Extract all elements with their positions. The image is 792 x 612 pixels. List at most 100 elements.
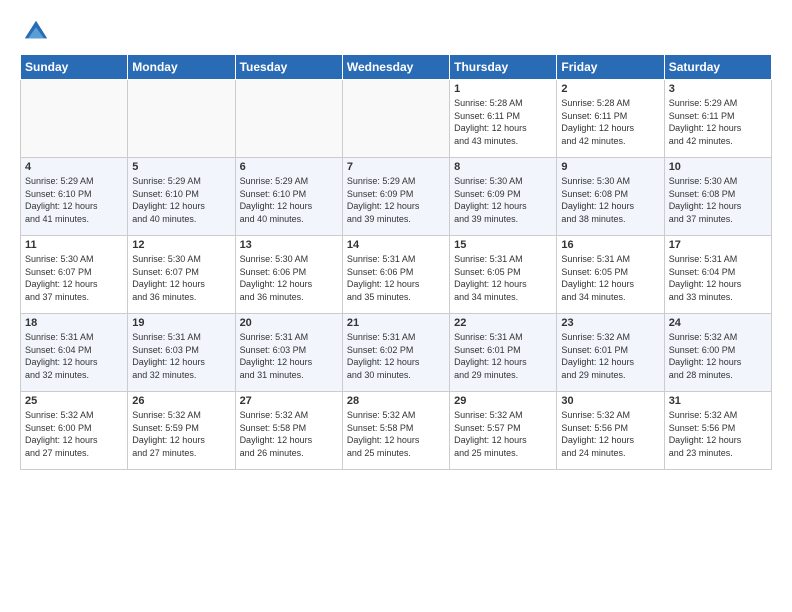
day-cell: 26Sunrise: 5:32 AM Sunset: 5:59 PM Dayli… [128,392,235,470]
day-cell: 19 Sunrise: 5:31 AM Sunset: 6:03 PM Dayli… [128,314,235,392]
day-number: 15 [454,239,552,251]
day-number: 20 [240,317,338,329]
day-cell: 9 Sunrise: 5:30 AM Sunset: 6:08 PM Daylig… [557,158,664,236]
day-cell: 21Sunrise: 5:31 AM Sunset: 6:02 PM Dayli… [342,314,449,392]
weekday-header-saturday: Saturday [664,55,771,80]
day-cell-text: Sunrise: 5:31 AM Sunset: 6:04 PM Dayligh… [669,253,767,303]
day-cell-text: Sunrise: 5:28 AM Sunset: 6:11 PM Dayligh… [454,97,552,147]
day-cell-text: Sunrise: 5:32 AM Sunset: 5:57 PM Dayligh… [454,409,552,459]
day-cell-text: Sunrise: 5:28 AM Sunset: 6:11 PM Dayligh… [561,97,659,147]
day-number: 18 [25,317,123,329]
day-number: 16 [561,239,659,251]
day-cell: 15 Sunrise: 5:31 AM Sunset: 6:05 PM Dayli… [450,236,557,314]
weekday-header-monday: Monday [128,55,235,80]
day-number: 28 [347,395,445,407]
day-cell: 16 Sunrise: 5:31 AM Sunset: 6:05 PM Dayli… [557,236,664,314]
day-cell [342,80,449,158]
day-number: 4 [25,161,123,173]
week-row-4: 25Sunrise: 5:32 AM Sunset: 6:00 PM Dayli… [21,392,772,470]
day-number: 8 [454,161,552,173]
day-number: 1 [454,83,552,95]
week-row-0: 1 Sunrise: 5:28 AM Sunset: 6:11 PM Daylig… [21,80,772,158]
day-number: 17 [669,239,767,251]
weekday-header-friday: Friday [557,55,664,80]
day-number: 26 [132,395,230,407]
day-cell: 3 Sunrise: 5:29 AM Sunset: 6:11 PM Daylig… [664,80,771,158]
day-cell: 28 Sunrise: 5:32 AM Sunset: 5:58 PM Dayli… [342,392,449,470]
weekday-header-thursday: Thursday [450,55,557,80]
header-area [20,16,772,48]
day-cell: 22 Sunrise: 5:31 AM Sunset: 6:01 PM Dayli… [450,314,557,392]
day-cell-text: Sunrise: 5:30 AM Sunset: 6:08 PM Dayligh… [561,175,659,225]
day-cell-text: Sunrise: 5:32 AM Sunset: 6:01 PM Dayligh… [561,331,659,381]
day-number: 14 [347,239,445,251]
day-cell-text: Sunrise: 5:32 AM Sunset: 5:58 PM Dayligh… [347,409,445,459]
day-number: 13 [240,239,338,251]
week-row-2: 11 Sunrise: 5:30 AM Sunset: 6:07 PM Dayli… [21,236,772,314]
day-number: 23 [561,317,659,329]
day-cell-text: Sunrise: 5:31 AM Sunset: 6:02 PM Dayligh… [347,331,445,381]
day-cell: 17 Sunrise: 5:31 AM Sunset: 6:04 PM Dayli… [664,236,771,314]
day-cell-text: Sunrise: 5:31 AM Sunset: 6:05 PM Dayligh… [454,253,552,303]
day-cell [128,80,235,158]
day-cell: 2 Sunrise: 5:28 AM Sunset: 6:11 PM Daylig… [557,80,664,158]
logo-icon [20,16,52,48]
day-cell: 25Sunrise: 5:32 AM Sunset: 6:00 PM Dayli… [21,392,128,470]
day-cell-text: Sunrise: 5:31 AM Sunset: 6:04 PM Dayligh… [25,331,123,381]
day-cell: 1 Sunrise: 5:28 AM Sunset: 6:11 PM Daylig… [450,80,557,158]
day-cell [235,80,342,158]
day-cell: 7 Sunrise: 5:29 AM Sunset: 6:09 PM Daylig… [342,158,449,236]
day-number: 11 [25,239,123,251]
day-number: 30 [561,395,659,407]
day-cell: 8 Sunrise: 5:30 AM Sunset: 6:09 PM Daylig… [450,158,557,236]
day-cell [21,80,128,158]
day-number: 3 [669,83,767,95]
weekday-header-row: SundayMondayTuesdayWednesdayThursdayFrid… [21,55,772,80]
day-number: 7 [347,161,445,173]
day-number: 29 [454,395,552,407]
day-cell: 6Sunrise: 5:29 AM Sunset: 6:10 PM Daylig… [235,158,342,236]
day-cell-text: Sunrise: 5:31 AM Sunset: 6:05 PM Dayligh… [561,253,659,303]
day-number: 9 [561,161,659,173]
day-cell-text: Sunrise: 5:29 AM Sunset: 6:09 PM Dayligh… [347,175,445,225]
day-cell-text: Sunrise: 5:30 AM Sunset: 6:07 PM Dayligh… [132,253,230,303]
day-cell-text: Sunrise: 5:29 AM Sunset: 6:10 PM Dayligh… [25,175,123,225]
day-cell-text: Sunrise: 5:30 AM Sunset: 6:08 PM Dayligh… [669,175,767,225]
day-cell-text: Sunrise: 5:32 AM Sunset: 6:00 PM Dayligh… [669,331,767,381]
day-cell-text: Sunrise: 5:30 AM Sunset: 6:09 PM Dayligh… [454,175,552,225]
weekday-header-tuesday: Tuesday [235,55,342,80]
day-number: 10 [669,161,767,173]
calendar-table: SundayMondayTuesdayWednesdayThursdayFrid… [20,54,772,470]
day-cell: 10 Sunrise: 5:30 AM Sunset: 6:08 PM Dayli… [664,158,771,236]
day-cell-text: Sunrise: 5:32 AM Sunset: 5:56 PM Dayligh… [561,409,659,459]
day-number: 5 [132,161,230,173]
day-cell: 13 Sunrise: 5:30 AM Sunset: 6:06 PM Dayli… [235,236,342,314]
day-number: 22 [454,317,552,329]
day-number: 19 [132,317,230,329]
day-cell: 11Sunrise: 5:30 AM Sunset: 6:07 PM Dayli… [21,236,128,314]
day-cell-text: Sunrise: 5:30 AM Sunset: 6:06 PM Dayligh… [240,253,338,303]
day-cell: 14 Sunrise: 5:31 AM Sunset: 6:06 PM Dayli… [342,236,449,314]
weekday-header-sunday: Sunday [21,55,128,80]
day-number: 27 [240,395,338,407]
day-cell: 18 Sunrise: 5:31 AM Sunset: 6:04 PM Dayli… [21,314,128,392]
day-cell-text: Sunrise: 5:32 AM Sunset: 5:58 PM Dayligh… [240,409,338,459]
day-cell-text: Sunrise: 5:31 AM Sunset: 6:06 PM Dayligh… [347,253,445,303]
day-cell: 20 Sunrise: 5:31 AM Sunset: 6:03 PM Dayli… [235,314,342,392]
day-number: 31 [669,395,767,407]
day-cell: 5Sunrise: 5:29 AM Sunset: 6:10 PM Daylig… [128,158,235,236]
day-number: 6 [240,161,338,173]
day-cell-text: Sunrise: 5:29 AM Sunset: 6:11 PM Dayligh… [669,97,767,147]
day-cell-text: Sunrise: 5:31 AM Sunset: 6:03 PM Dayligh… [240,331,338,381]
week-row-1: 4 Sunrise: 5:29 AM Sunset: 6:10 PM Daylig… [21,158,772,236]
day-cell: 29 Sunrise: 5:32 AM Sunset: 5:57 PM Dayli… [450,392,557,470]
day-cell: 12Sunrise: 5:30 AM Sunset: 6:07 PM Dayli… [128,236,235,314]
day-number: 25 [25,395,123,407]
page: SundayMondayTuesdayWednesdayThursdayFrid… [0,0,792,480]
day-cell-text: Sunrise: 5:31 AM Sunset: 6:01 PM Dayligh… [454,331,552,381]
day-number: 2 [561,83,659,95]
day-cell-text: Sunrise: 5:31 AM Sunset: 6:03 PM Dayligh… [132,331,230,381]
day-cell: 31Sunrise: 5:32 AM Sunset: 5:56 PM Dayli… [664,392,771,470]
day-cell: 24Sunrise: 5:32 AM Sunset: 6:00 PM Dayli… [664,314,771,392]
day-cell: 30 Sunrise: 5:32 AM Sunset: 5:56 PM Dayli… [557,392,664,470]
